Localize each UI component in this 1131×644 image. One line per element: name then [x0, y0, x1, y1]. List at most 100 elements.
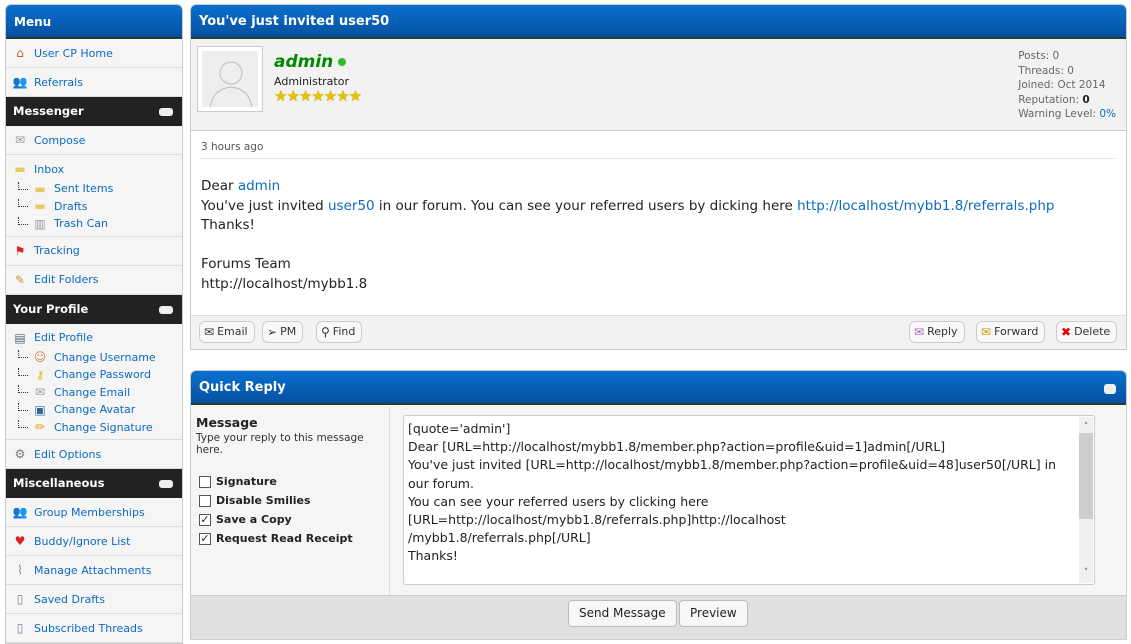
find-button[interactable]: ⚲ Find — [316, 321, 363, 343]
sidebar-item-label[interactable]: Edit Folders — [34, 273, 99, 286]
sidebar-item-label[interactable]: Manage Attachments — [34, 564, 151, 577]
sidebar-item-tracking[interactable]: ⚑ Tracking — [12, 237, 182, 265]
collapse-toggle-icon[interactable] — [1104, 384, 1116, 394]
sidebar-item-label[interactable]: Inbox — [34, 163, 64, 176]
checkbox[interactable]: ✓ — [199, 532, 211, 545]
sidebar-item-label[interactable]: Sent Items — [54, 182, 113, 195]
sidebar-item-trash-can[interactable]: ▥ Trash Can — [12, 215, 182, 233]
threads-label: Threads: — [1018, 64, 1064, 77]
sidebar-item-user-cp-home[interactable]: ⌂ User CP Home — [12, 39, 182, 67]
sidebar-item-label[interactable]: Tracking — [34, 244, 80, 257]
sidebar-item-label[interactable]: Group Memberships — [34, 506, 145, 519]
sidebar-item-label[interactable]: Referrals — [34, 76, 83, 89]
author-link[interactable]: admin — [274, 52, 333, 72]
message-label: Message — [196, 415, 258, 430]
envelope-icon: ✉ — [34, 385, 46, 400]
avatar[interactable] — [197, 46, 263, 112]
tree-line — [18, 199, 28, 208]
sidebar-item-sent-items[interactable]: ▬ Sent Items — [12, 180, 182, 198]
sidebar-item-saved-drafts[interactable]: ▯ Saved Drafts — [12, 585, 182, 613]
reply-button[interactable]: ✉ Reply — [909, 321, 965, 343]
sidebar-item-inbox[interactable]: ▬ Inbox — [12, 158, 182, 180]
email-button[interactable]: ✉ Email — [199, 321, 255, 343]
section-title: Messenger — [13, 104, 84, 118]
section-title: Miscellaneous — [13, 476, 105, 490]
sidebar-item-label[interactable]: User CP Home — [34, 47, 113, 60]
sidebar-item-label[interactable]: Change Signature — [54, 421, 153, 434]
message-textarea[interactable]: [quote='admin'] Dear [URL=http://localho… — [403, 415, 1095, 585]
sidebar-item-label[interactable]: Drafts — [54, 200, 87, 213]
rank-stars: ★★★★★★★ — [274, 87, 362, 105]
forward-button[interactable]: ✉ Forward — [976, 321, 1046, 343]
sidebar-group: ⌂ User CP Home — [6, 39, 182, 68]
sidebar-item-label[interactable]: Change Avatar — [54, 403, 135, 416]
send-message-button[interactable]: Send Message — [568, 600, 677, 627]
body-text: Thanks! — [201, 217, 255, 233]
sidebar-item-buddy-ignore-list[interactable]: ♥ Buddy/Ignore List — [12, 527, 182, 555]
trash-icon: ▥ — [34, 216, 46, 231]
sidebar-item-change-avatar[interactable]: ▣ Change Avatar — [12, 401, 182, 419]
message-text[interactable]: [quote='admin'] Dear [URL=http://localho… — [408, 421, 1060, 584]
tree-line — [18, 181, 28, 190]
tree-line — [18, 216, 28, 225]
sidebar-item-label[interactable]: Compose — [34, 134, 85, 147]
collapse-toggle-icon[interactable] — [159, 480, 173, 488]
users-icon: 👥 — [12, 75, 28, 89]
checkbox[interactable]: ✓ — [199, 513, 211, 526]
sidebar-item-label[interactable]: Saved Drafts — [34, 593, 105, 606]
checkbox-label: Signature — [216, 475, 277, 488]
option-request-read-receipt[interactable]: ✓ Request Read Receipt — [199, 529, 384, 548]
sidebar-item-change-signature[interactable]: ✏ Change Signature — [12, 419, 182, 437]
sidebar-group: ⚙ Edit Options — [6, 440, 182, 469]
sidebar-item-manage-attachments[interactable]: ⌇ Manage Attachments — [12, 556, 182, 584]
checkbox[interactable] — [199, 494, 211, 507]
tree-line — [18, 350, 28, 359]
sidebar-item-group-memberships[interactable]: 👥 Group Memberships — [12, 498, 182, 526]
sidebar-item-compose[interactable]: ✉ Compose — [12, 126, 182, 154]
warning-level-link[interactable]: 0% — [1099, 108, 1116, 120]
scrollbar-thumb[interactable] — [1079, 433, 1093, 519]
textarea-scrollbar[interactable]: ˄ ˅ — [1079, 417, 1093, 583]
body-text: You've just invited — [201, 197, 328, 214]
online-status-icon — [338, 58, 347, 66]
folder-icon: ▬ — [34, 199, 46, 214]
option-signature[interactable]: Signature — [199, 472, 384, 491]
delete-button[interactable]: ✖ Delete — [1056, 321, 1118, 343]
sidebar-item-label[interactable]: Change Username — [54, 351, 156, 364]
sidebar-item-edit-options[interactable]: ⚙ Edit Options — [12, 440, 182, 468]
forward-icon: ✉ — [981, 325, 992, 339]
option-disable-smilies[interactable]: Disable Smilies — [199, 491, 384, 510]
sidebar-item-label[interactable]: Subscribed Threads — [34, 622, 143, 635]
collapse-toggle-icon[interactable] — [159, 305, 173, 314]
sidebar-item-label[interactable]: Trash Can — [54, 217, 108, 230]
sidebar-item-label[interactable]: Change Email — [54, 386, 130, 399]
user50-link[interactable]: user50 — [328, 198, 375, 214]
sidebar-group: ▤ Edit Profile ☺ Change Username ⚷ Change Pas… — [6, 324, 182, 440]
sidebar-item-change-password[interactable]: ⚷ Change Password — [12, 366, 182, 384]
admin-link[interactable]: admin — [238, 178, 280, 194]
sidebar-item-label[interactable]: Edit Profile — [34, 331, 93, 344]
sidebar-item-subscribed-threads[interactable]: ▯ Subscribed Threads — [12, 614, 182, 642]
reputation-value[interactable]: 0 — [1082, 94, 1089, 106]
post-author-bar: admin Administrator ★★★★★★★ Posts: 0 Thr… — [191, 39, 1126, 131]
collapse-toggle-icon[interactable] — [159, 108, 173, 116]
sidebar-item-label[interactable]: Change Password — [54, 368, 151, 381]
sidebar-item-referrals[interactable]: 👥 Referrals — [12, 68, 182, 96]
sidebar-group: ♥ Buddy/Ignore List — [6, 527, 182, 556]
scroll-down-icon[interactable]: ˅ — [1079, 564, 1093, 582]
referrals-link[interactable]: http://localhost/mybb1.8/referrals.php — [797, 198, 1054, 214]
user-icon: ☺ — [33, 350, 47, 365]
checkbox[interactable] — [199, 475, 211, 488]
sidebar-item-edit-folders[interactable]: ✎ Edit Folders — [12, 266, 182, 294]
sidebar-item-change-email[interactable]: ✉ Change Email — [12, 384, 182, 402]
sidebar-item-change-username[interactable]: ☺ Change Username — [12, 349, 182, 367]
preview-button[interactable]: Preview — [679, 600, 748, 627]
sidebar-item-label[interactable]: Buddy/Ignore List — [34, 535, 130, 548]
option-save-a-copy[interactable]: ✓ Save a Copy — [199, 510, 384, 529]
sidebar-item-drafts[interactable]: ▬ Drafts — [12, 198, 182, 216]
pm-button[interactable]: ➢ PM — [262, 321, 304, 343]
author-name[interactable]: admin — [274, 52, 347, 72]
sidebar-group: ⌇ Manage Attachments — [6, 556, 182, 585]
sidebar-item-label[interactable]: Edit Options — [34, 448, 101, 461]
sidebar-item-edit-profile[interactable]: ▤ Edit Profile — [12, 327, 182, 349]
